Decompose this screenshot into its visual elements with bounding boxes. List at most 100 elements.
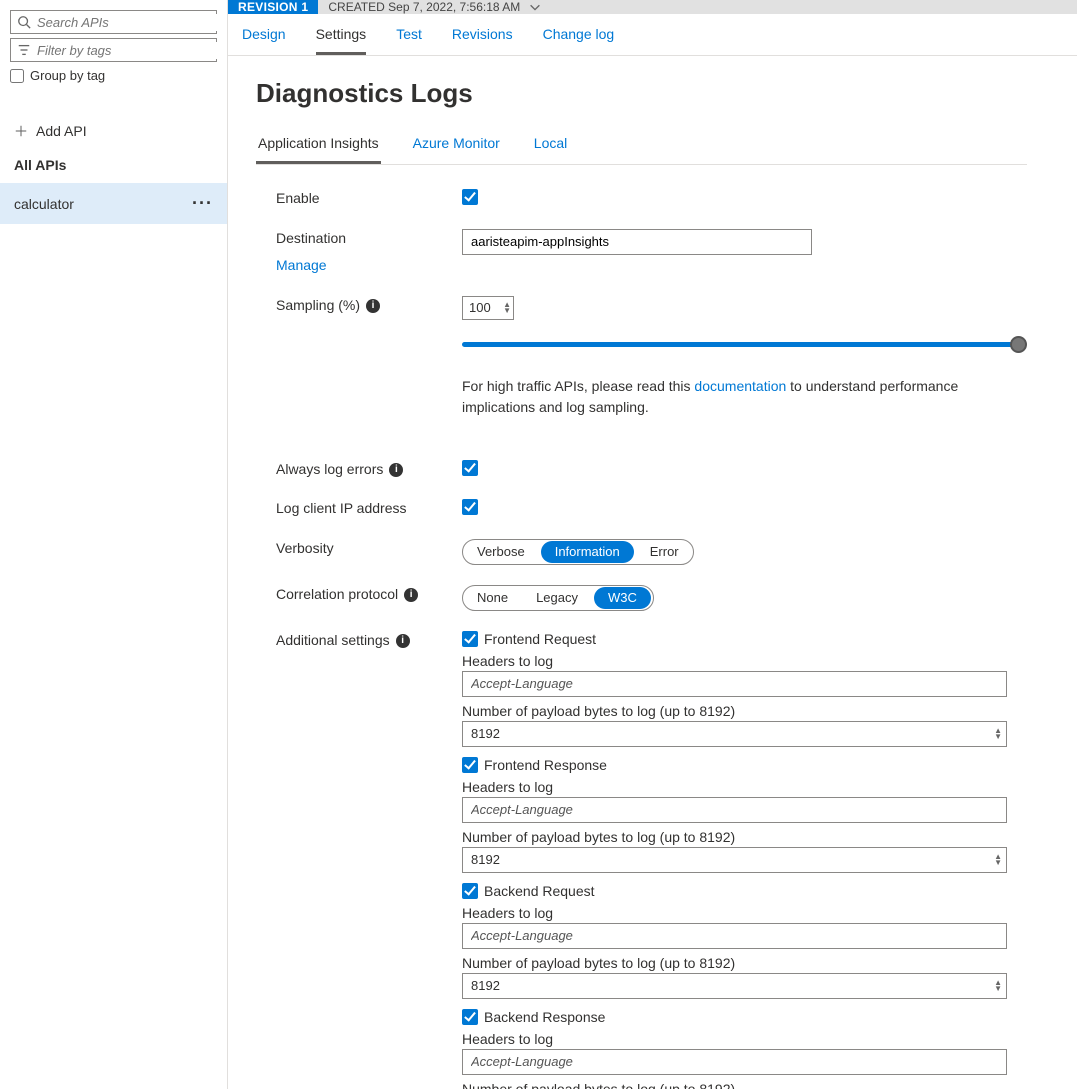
verbosity-error[interactable]: Error bbox=[636, 541, 693, 563]
backend-response-section: Backend Response Headers to log Number o… bbox=[462, 1009, 1027, 1089]
sampling-hint: For high traffic APIs, please read this … bbox=[462, 376, 1027, 418]
log-client-ip-checkbox[interactable] bbox=[462, 499, 478, 515]
headers-label: Headers to log bbox=[462, 1031, 1027, 1047]
stepper-icon[interactable]: ▲▼ bbox=[994, 980, 1002, 992]
payload-label: Number of payload bytes to log (up to 81… bbox=[462, 703, 1027, 719]
frontend-response-section: Frontend Response Headers to log Number … bbox=[462, 757, 1027, 873]
verbosity-label: Verbosity bbox=[276, 539, 462, 559]
backend-response-title: Backend Response bbox=[484, 1009, 605, 1025]
stepper-icon[interactable]: ▲▼ bbox=[994, 854, 1002, 866]
backend-request-section: Backend Request Headers to log Number of… bbox=[462, 883, 1027, 999]
frontend-request-title: Frontend Request bbox=[484, 631, 596, 647]
frontend-response-title: Frontend Response bbox=[484, 757, 607, 773]
backend-request-title: Backend Request bbox=[484, 883, 595, 899]
add-api-label: Add API bbox=[36, 123, 87, 139]
more-icon[interactable]: ··· bbox=[192, 193, 213, 214]
stepper-icon[interactable]: ▲▼ bbox=[503, 302, 511, 314]
correlation-w3c[interactable]: W3C bbox=[594, 587, 651, 609]
tab-settings[interactable]: Settings bbox=[316, 26, 367, 55]
slider-track bbox=[462, 342, 1019, 347]
info-icon[interactable]: i bbox=[396, 634, 410, 648]
enable-label: Enable bbox=[276, 189, 462, 209]
verbosity-verbose[interactable]: Verbose bbox=[463, 541, 539, 563]
backend-request-payload-input[interactable]: 8192 ▲▼ bbox=[462, 973, 1007, 999]
payload-label: Number of payload bytes to log (up to 81… bbox=[462, 1081, 1027, 1089]
headers-label: Headers to log bbox=[462, 653, 1027, 669]
backend-request-checkbox[interactable] bbox=[462, 883, 478, 899]
destination-input[interactable] bbox=[462, 229, 812, 255]
payload-label: Number of payload bytes to log (up to 81… bbox=[462, 829, 1027, 845]
frontend-request-payload-input[interactable]: 8192 ▲▼ bbox=[462, 721, 1007, 747]
always-log-errors-checkbox[interactable] bbox=[462, 460, 478, 476]
main-panel: REVISION 1 CREATED Sep 7, 2022, 7:56:18 … bbox=[228, 0, 1077, 1089]
verbosity-information[interactable]: Information bbox=[541, 541, 634, 563]
tab-change-log[interactable]: Change log bbox=[543, 26, 615, 55]
frontend-response-checkbox[interactable] bbox=[462, 757, 478, 773]
always-log-errors-label: Always log errors bbox=[276, 460, 383, 480]
manage-link[interactable]: Manage bbox=[276, 256, 327, 276]
frontend-request-section: Frontend Request Headers to log Number o… bbox=[462, 631, 1027, 747]
headers-label: Headers to log bbox=[462, 905, 1027, 921]
group-by-tag-input[interactable] bbox=[10, 69, 24, 83]
plus-icon bbox=[14, 124, 28, 138]
diagnostics-form: Enable Destination Manage Sampling (%) bbox=[256, 189, 1027, 1089]
add-api-button[interactable]: Add API bbox=[14, 123, 217, 139]
group-by-tag-label: Group by tag bbox=[30, 68, 105, 83]
search-apis-box[interactable] bbox=[10, 10, 217, 34]
info-icon[interactable]: i bbox=[366, 299, 380, 313]
diagnostics-subtabs: Application Insights Azure Monitor Local bbox=[256, 127, 1027, 165]
page-title: Diagnostics Logs bbox=[256, 78, 1027, 109]
headers-label: Headers to log bbox=[462, 779, 1027, 795]
sampling-value: 100 bbox=[469, 300, 491, 315]
backend-request-headers-input[interactable] bbox=[462, 923, 1007, 949]
correlation-none[interactable]: None bbox=[463, 587, 522, 609]
destination-label: Destination bbox=[276, 229, 346, 249]
filter-tags-input[interactable] bbox=[31, 42, 217, 59]
sampling-label: Sampling (%) bbox=[276, 296, 360, 316]
chevron-down-icon bbox=[528, 2, 542, 12]
api-item-calculator[interactable]: calculator ··· bbox=[0, 183, 227, 224]
payload-label: Number of payload bytes to log (up to 81… bbox=[462, 955, 1027, 971]
revision-badge: REVISION 1 bbox=[228, 0, 318, 14]
tab-test[interactable]: Test bbox=[396, 26, 422, 55]
enable-checkbox[interactable] bbox=[462, 189, 478, 205]
search-icon bbox=[17, 15, 31, 29]
tab-revisions[interactable]: Revisions bbox=[452, 26, 513, 55]
subtab-local[interactable]: Local bbox=[532, 127, 569, 164]
info-icon[interactable]: i bbox=[404, 588, 418, 602]
main-tabs: Design Settings Test Revisions Change lo… bbox=[228, 14, 1077, 56]
all-apis-heading[interactable]: All APIs bbox=[14, 157, 217, 173]
stepper-icon[interactable]: ▲▼ bbox=[994, 728, 1002, 740]
revision-created-dropdown[interactable]: CREATED Sep 7, 2022, 7:56:18 AM bbox=[318, 0, 552, 14]
sampling-stepper[interactable]: 100 ▲▼ bbox=[462, 296, 514, 320]
correlation-legacy[interactable]: Legacy bbox=[522, 587, 592, 609]
filter-icon bbox=[17, 43, 31, 57]
slider-thumb[interactable] bbox=[1010, 336, 1027, 353]
info-icon[interactable]: i bbox=[389, 463, 403, 477]
frontend-response-payload-input[interactable]: 8192 ▲▼ bbox=[462, 847, 1007, 873]
subtab-azure-monitor[interactable]: Azure Monitor bbox=[411, 127, 502, 164]
log-client-ip-label: Log client IP address bbox=[276, 499, 462, 519]
group-by-tag-checkbox[interactable]: Group by tag bbox=[10, 68, 217, 83]
subtab-application-insights[interactable]: Application Insights bbox=[256, 127, 381, 164]
additional-settings-label: Additional settings bbox=[276, 631, 390, 651]
verbosity-segmented[interactable]: Verbose Information Error bbox=[462, 539, 694, 565]
api-item-label: calculator bbox=[14, 196, 74, 212]
correlation-segmented[interactable]: None Legacy W3C bbox=[462, 585, 654, 611]
additional-settings-panel: Frontend Request Headers to log Number o… bbox=[462, 631, 1027, 1089]
frontend-request-checkbox[interactable] bbox=[462, 631, 478, 647]
correlation-label: Correlation protocol bbox=[276, 585, 398, 605]
revision-created-label: CREATED Sep 7, 2022, 7:56:18 AM bbox=[328, 0, 520, 14]
frontend-request-headers-input[interactable] bbox=[462, 671, 1007, 697]
page-content: Diagnostics Logs Application Insights Az… bbox=[228, 56, 1077, 1089]
backend-response-headers-input[interactable] bbox=[462, 1049, 1007, 1075]
backend-response-checkbox[interactable] bbox=[462, 1009, 478, 1025]
frontend-response-headers-input[interactable] bbox=[462, 797, 1007, 823]
sidebar: Group by tag Add API All APIs calculator… bbox=[0, 0, 228, 1089]
sampling-slider[interactable] bbox=[462, 334, 1027, 354]
filter-tags-box[interactable] bbox=[10, 38, 217, 62]
documentation-link[interactable]: documentation bbox=[694, 378, 786, 394]
search-apis-input[interactable] bbox=[31, 14, 217, 31]
tab-design[interactable]: Design bbox=[242, 26, 286, 55]
revision-bar: REVISION 1 CREATED Sep 7, 2022, 7:56:18 … bbox=[228, 0, 1077, 14]
